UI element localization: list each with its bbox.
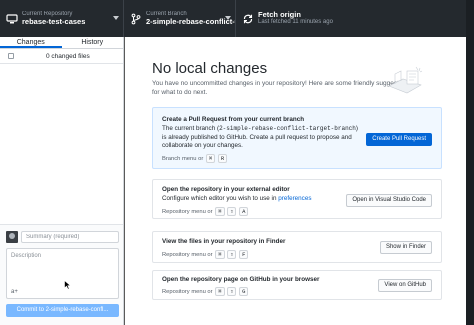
shift-key: ⇧ bbox=[227, 287, 237, 296]
current-repository-button[interactable]: Current Repository rebase-test-cases bbox=[0, 0, 124, 37]
open-editor-title: Open the repository in your external edi… bbox=[162, 186, 290, 193]
f-key: F bbox=[239, 250, 249, 259]
view-on-github-shortcut: Repository menu or ⌘ ⇧ G bbox=[162, 287, 249, 296]
summary-row bbox=[6, 231, 119, 245]
open-editor-card: Open the repository in your external edi… bbox=[152, 179, 442, 219]
pull-request-text-prefix: The current branch ( bbox=[162, 125, 220, 132]
chevron-down-icon bbox=[113, 16, 119, 20]
current-branch-button[interactable]: Current Branch 2-simple-rebase-conflict-… bbox=[124, 0, 236, 37]
command-key: ⌘ bbox=[215, 207, 225, 216]
view-on-github-title: Open the repository page on GitHub in yo… bbox=[162, 276, 320, 283]
tab-changes[interactable]: Changes bbox=[0, 37, 62, 48]
show-in-finder-shortcut: Repository menu or ⌘ ⇧ F bbox=[162, 250, 249, 259]
sidebar: Changes History 0 changed files Descript… bbox=[0, 37, 124, 325]
sidebar-tabs: Changes History bbox=[0, 37, 123, 49]
select-all-checkbox[interactable] bbox=[8, 53, 14, 59]
toolbar: Current Repository rebase-test-cases Cur… bbox=[0, 0, 466, 37]
pull-request-description: The current branch (2-simple-rebase-conf… bbox=[162, 125, 362, 151]
open-editor-hint: Repository menu or bbox=[162, 209, 213, 215]
command-key: ⌘ bbox=[215, 287, 225, 296]
command-key: ⌘ bbox=[205, 154, 216, 163]
fetch-origin-label: Fetch origin bbox=[258, 11, 301, 20]
pull-request-shortcut: Branch menu or ⌘ R bbox=[162, 154, 228, 163]
show-in-finder-button[interactable]: Show in Finder bbox=[379, 241, 432, 254]
changed-files-count: 0 changed files bbox=[46, 52, 90, 60]
commit-button[interactable]: Commit to 2-simple-rebase-confl... bbox=[6, 304, 119, 317]
mouse-cursor-icon bbox=[64, 280, 72, 290]
view-on-github-hint: Repository menu or bbox=[162, 289, 213, 295]
main-panel: No local changes You have no uncommitted… bbox=[125, 37, 466, 325]
last-fetched-text: Last fetched 11 minutes ago bbox=[258, 19, 333, 26]
g-key: G bbox=[239, 287, 249, 296]
summary-input[interactable] bbox=[21, 231, 119, 243]
branch-icon bbox=[131, 13, 141, 24]
add-coauthor-icon[interactable]: a+ bbox=[11, 289, 18, 295]
tab-history[interactable]: History bbox=[62, 37, 124, 48]
show-in-finder-title: View the files in your repository in Fin… bbox=[162, 238, 286, 245]
open-editor-shortcut: Repository menu or ⌘ ⇧ A bbox=[162, 207, 249, 216]
page-title: No local changes bbox=[152, 60, 268, 77]
shift-key: ⇧ bbox=[227, 250, 237, 259]
pull-request-hint: Branch menu or bbox=[162, 156, 204, 162]
sync-icon bbox=[243, 14, 253, 23]
a-key: A bbox=[239, 207, 249, 216]
pull-request-branch-name: 2-simple-rebase-conflict-target-branch bbox=[219, 125, 356, 132]
shift-key: ⇧ bbox=[227, 207, 237, 216]
open-in-vscode-button[interactable]: Open in Visual Studio Code bbox=[346, 194, 432, 207]
create-pull-request-button[interactable]: Create Pull Request bbox=[366, 133, 432, 146]
chevron-down-icon bbox=[225, 16, 231, 20]
r-key: R bbox=[217, 154, 228, 163]
fetch-origin-button[interactable]: Fetch origin Last fetched 11 minutes ago bbox=[236, 0, 356, 37]
open-editor-text: Configure which editor you wish to use i… bbox=[162, 195, 277, 202]
pull-request-title: Create a Pull Request from your current … bbox=[162, 116, 305, 123]
changes-header: 0 changed files bbox=[0, 49, 123, 64]
open-editor-description: Configure which editor you wish to use i… bbox=[162, 195, 311, 204]
current-repository-name: rebase-test-cases bbox=[22, 16, 86, 26]
computer-icon bbox=[6, 13, 18, 23]
description-field[interactable]: Description a+ bbox=[6, 248, 119, 299]
current-branch-name: 2-simple-rebase-conflict-t... bbox=[146, 16, 235, 26]
page-subtitle: You have no uncommitted changes in your … bbox=[152, 80, 411, 96]
view-on-github-button[interactable]: View on GitHub bbox=[378, 279, 432, 292]
empty-state-illustration-icon bbox=[388, 66, 423, 94]
view-on-github-card: Open the repository page on GitHub in yo… bbox=[152, 270, 442, 300]
show-in-finder-hint: Repository menu or bbox=[162, 252, 213, 258]
avatar bbox=[6, 231, 18, 243]
show-in-finder-card: View the files in your repository in Fin… bbox=[152, 231, 442, 263]
command-key: ⌘ bbox=[215, 250, 225, 259]
preferences-link[interactable]: preferences bbox=[278, 195, 311, 202]
window-edge bbox=[466, 0, 474, 325]
description-placeholder: Description bbox=[11, 253, 42, 259]
commit-area: Description a+ Commit to 2-simple-rebase… bbox=[0, 224, 123, 325]
pull-request-card: Create a Pull Request from your current … bbox=[152, 107, 442, 169]
